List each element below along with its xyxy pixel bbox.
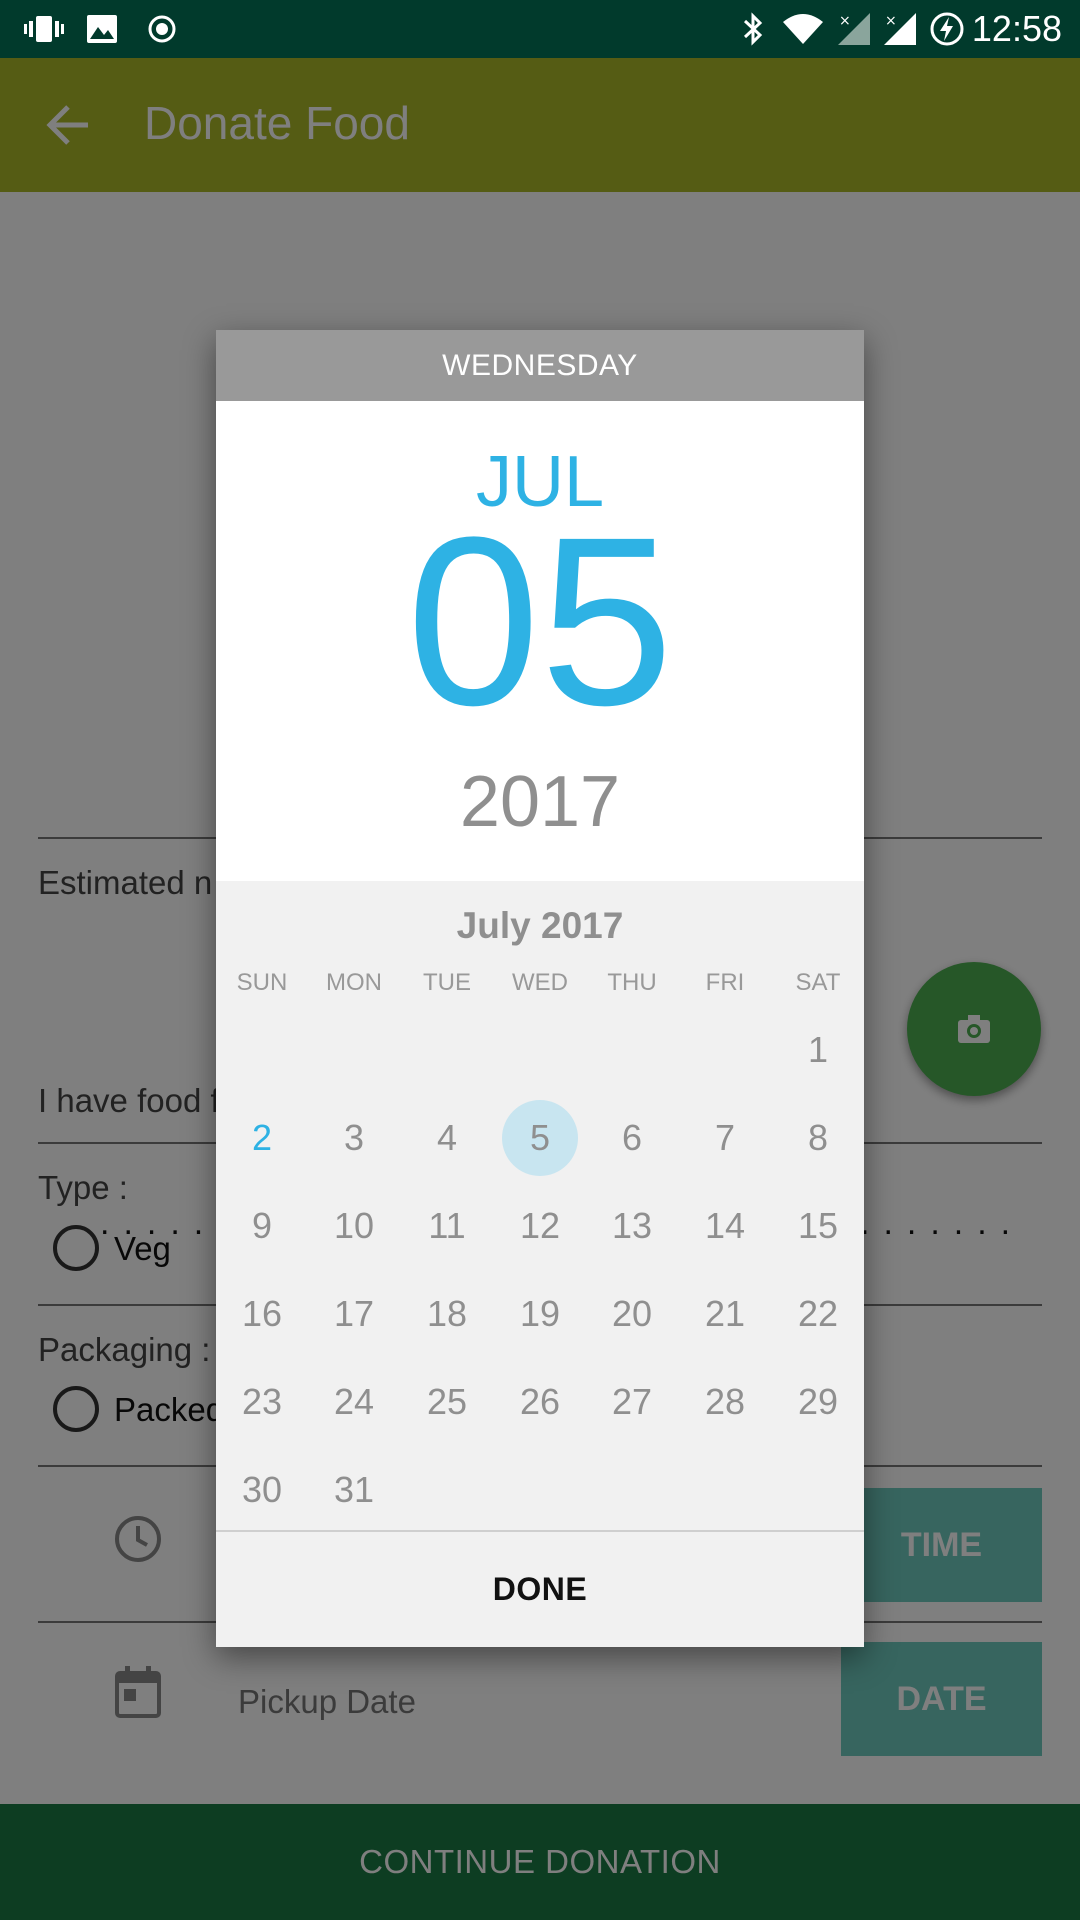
vibrate-icon bbox=[22, 0, 66, 58]
calendar-day[interactable]: 28 bbox=[687, 1364, 763, 1440]
calendar-day[interactable]: 10 bbox=[316, 1188, 392, 1264]
svg-text:×: × bbox=[839, 13, 851, 29]
status-bar: × × 12:58 bbox=[0, 0, 1080, 58]
calendar-day[interactable]: 19 bbox=[502, 1276, 578, 1352]
calendar-day[interactable]: 13 bbox=[594, 1188, 670, 1264]
calendar-day[interactable]: 6 bbox=[594, 1100, 670, 1176]
calendar-day[interactable]: 26 bbox=[502, 1364, 578, 1440]
day-header-thu: THU bbox=[607, 969, 657, 996]
signal-icon: × bbox=[834, 0, 874, 58]
status-time: 12:58 bbox=[971, 8, 1062, 49]
calendar-day[interactable]: 31 bbox=[316, 1452, 392, 1528]
calendar-day[interactable]: 8 bbox=[780, 1100, 856, 1176]
calendar-day[interactable]: 11 bbox=[409, 1188, 485, 1264]
calendar-month-title: July 2017 bbox=[456, 905, 624, 946]
done-button[interactable]: DONE bbox=[216, 1532, 864, 1647]
bluetooth-icon bbox=[733, 0, 773, 58]
calendar-day[interactable]: 30 bbox=[224, 1452, 300, 1528]
record-icon bbox=[142, 0, 182, 58]
calendar-day[interactable]: 9 bbox=[224, 1188, 300, 1264]
day-header-tue: TUE bbox=[423, 969, 471, 996]
calendar-day-selected[interactable]: 5 bbox=[502, 1100, 578, 1176]
picker-weekday: WEDNESDAY bbox=[216, 330, 864, 401]
wifi-icon bbox=[779, 0, 827, 58]
date-picker-dialog: WEDNESDAY JUL 05 2017 July 2017 SUN MON TU… bbox=[216, 330, 864, 1647]
calendar-day[interactable]: 15 bbox=[780, 1188, 856, 1264]
battery-charging-icon bbox=[927, 0, 967, 58]
day-header-wed: WED bbox=[512, 969, 568, 996]
day-header-sun: SUN bbox=[236, 969, 288, 996]
calendar-day[interactable]: 2 bbox=[224, 1100, 300, 1176]
calendar-day[interactable]: 29 bbox=[780, 1364, 856, 1440]
day-header-fri: FRI bbox=[705, 969, 745, 996]
calendar-day[interactable]: 14 bbox=[687, 1188, 763, 1264]
calendar-day[interactable]: 3 bbox=[316, 1100, 392, 1176]
calendar-day[interactable]: 4 bbox=[409, 1100, 485, 1176]
calendar-day[interactable]: 24 bbox=[316, 1364, 392, 1440]
calendar-day[interactable]: 23 bbox=[224, 1364, 300, 1440]
calendar-day[interactable]: 1 bbox=[780, 1012, 856, 1088]
calendar-day[interactable]: 27 bbox=[594, 1364, 670, 1440]
calendar-day[interactable]: 7 bbox=[687, 1100, 763, 1176]
picker-year[interactable]: 2017 bbox=[216, 761, 864, 843]
calendar-day[interactable]: 25 bbox=[409, 1364, 485, 1440]
calendar-day[interactable]: 17 bbox=[316, 1276, 392, 1352]
calendar-day[interactable]: 16 bbox=[224, 1276, 300, 1352]
picker-header: JUL 05 2017 bbox=[216, 401, 864, 881]
signal-icon: × bbox=[880, 0, 920, 58]
svg-text:×: × bbox=[885, 13, 897, 29]
calendar-day[interactable]: 22 bbox=[780, 1276, 856, 1352]
picker-day[interactable]: 05 bbox=[216, 501, 864, 741]
calendar-day[interactable]: 18 bbox=[409, 1276, 485, 1352]
day-header-sat: SAT bbox=[795, 969, 841, 996]
image-icon bbox=[82, 0, 122, 58]
calendar-day[interactable]: 21 bbox=[687, 1276, 763, 1352]
calendar-day[interactable]: 12 bbox=[502, 1188, 578, 1264]
day-header-mon: MON bbox=[326, 969, 382, 996]
calendar-day[interactable]: 20 bbox=[594, 1276, 670, 1352]
